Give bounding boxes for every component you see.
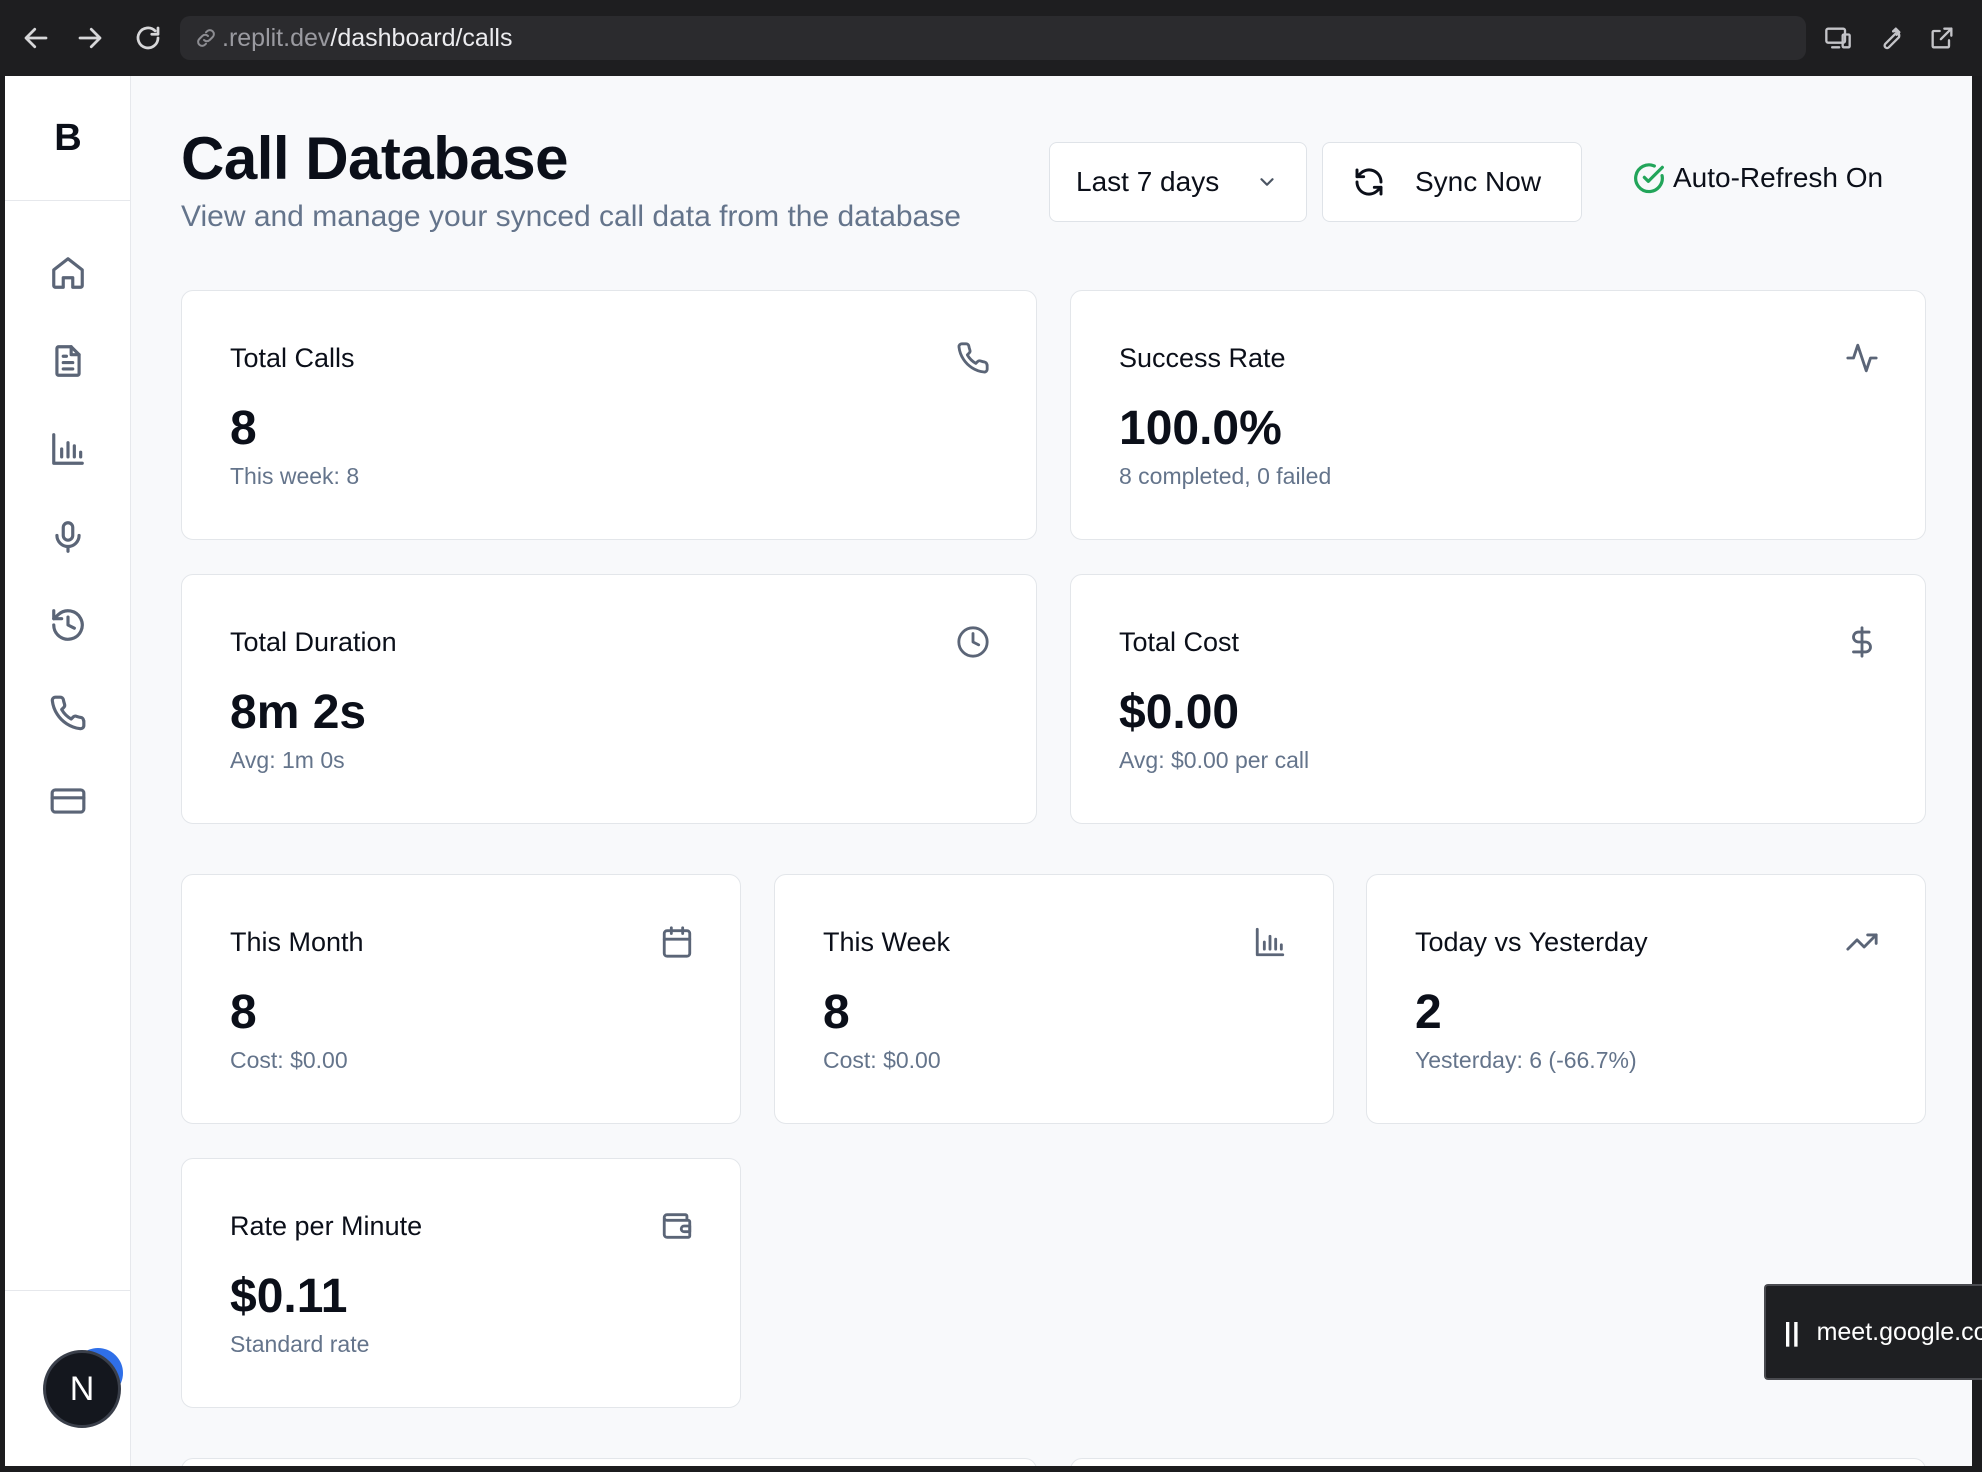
sidebar: B N: [5, 76, 131, 1466]
stat-card-success-rate: Success Rate 100.0% 8 completed, 0 faile…: [1070, 290, 1926, 540]
sync-now-label: Sync Now: [1415, 166, 1542, 197]
back-icon[interactable]: [16, 18, 56, 58]
forward-icon[interactable]: [70, 18, 110, 58]
stat-subtext: Cost: $0.00: [230, 1047, 348, 1073]
url-host: .replit.dev: [222, 23, 331, 52]
stat-card-total-calls: Total Calls 8 This week: 8: [181, 290, 1037, 540]
stat-title: Success Rate: [1119, 343, 1286, 373]
page-subtitle: View and manage your synced call data fr…: [181, 200, 961, 233]
address-bar[interactable]: .replit.dev/dashboard/calls: [180, 16, 1806, 60]
stat-card-rate-per-minute: Rate per Minute $0.11 Standard rate: [181, 1158, 741, 1408]
stat-value: 2: [1415, 986, 1442, 1039]
stat-title: Total Calls: [230, 343, 355, 373]
document-icon[interactable]: [43, 336, 93, 386]
stat-subtext: 8 completed, 0 failed: [1119, 463, 1332, 489]
url-path: /dashboard/calls: [330, 23, 513, 52]
sidebar-divider: [5, 1290, 131, 1291]
wrench-icon[interactable]: [1870, 18, 1910, 58]
stat-title: Today vs Yesterday: [1415, 927, 1648, 957]
stat-card-today-vs-yesterday: Today vs Yesterday 2 Yesterday: 6 (-66.7…: [1366, 874, 1926, 1124]
screen-share-label: meet.google.com: [1816, 1317, 1982, 1346]
stat-value: 100.0%: [1119, 402, 1282, 455]
stat-value: $0.00: [1119, 686, 1240, 739]
check-circle-icon: [1634, 163, 1664, 194]
auto-refresh-toggle[interactable]: Auto-Refresh On: [1633, 162, 1883, 194]
bar-chart-icon[interactable]: [43, 424, 93, 474]
stat-title: Rate per Minute: [230, 1211, 423, 1241]
logo[interactable]: B: [5, 76, 131, 201]
link-icon: [197, 29, 215, 47]
activity-icon: [1845, 341, 1879, 375]
stat-card-total-duration: Total Duration 8m 2s Avg: 1m 0s: [181, 574, 1037, 824]
reload-icon[interactable]: [128, 18, 168, 58]
browser-toolbar: .replit.dev/dashboard/calls: [0, 0, 1982, 76]
stat-card-total-cost: Total Cost $0.00 Avg: $0.00 per call: [1070, 574, 1926, 824]
stat-value: 8: [230, 402, 257, 455]
stat-card-this-week: This Week 8 Cost: $0.00: [774, 874, 1334, 1124]
chevron-down-icon: [1260, 178, 1274, 186]
auto-refresh-label: Auto-Refresh On: [1673, 162, 1884, 193]
date-range-select[interactable]: Last 7 days: [1049, 142, 1307, 222]
stat-title: This Week: [823, 927, 951, 957]
stat-value: $0.11: [230, 1270, 348, 1323]
stat-subtext: This week: 8: [230, 463, 360, 489]
devices-icon[interactable]: [1818, 18, 1858, 58]
stat-card-partial: [181, 1458, 1037, 1466]
stat-subtext: Yesterday: 6 (-66.7%): [1415, 1047, 1637, 1073]
stat-value: 8m 2s: [230, 686, 367, 739]
stat-title: Total Cost: [1119, 627, 1240, 657]
screen-share-toast[interactable]: || meet.google.com: [1764, 1284, 1982, 1380]
stat-value: 8: [230, 986, 257, 1039]
clock-icon: [956, 625, 990, 659]
stat-subtext: Cost: $0.00: [823, 1047, 941, 1073]
stat-subtext: Avg: 1m 0s: [230, 747, 345, 773]
stat-subtext: Avg: $0.00 per call: [1119, 747, 1310, 773]
stat-title: Total Duration: [230, 627, 397, 657]
sync-now-button[interactable]: Sync Now: [1322, 142, 1582, 222]
stat-value: 8: [823, 986, 850, 1039]
stat-title: This Month: [230, 927, 364, 957]
history-icon[interactable]: [43, 600, 93, 650]
stat-subtext: Standard rate: [230, 1331, 370, 1357]
wallet-icon: [660, 1209, 694, 1243]
credit-card-icon[interactable]: [43, 776, 93, 826]
home-icon[interactable]: [43, 248, 93, 298]
pause-icon[interactable]: ||: [1784, 1317, 1801, 1348]
calendar-icon: [660, 925, 694, 959]
app-window: B N Call Database View and manage your s…: [5, 76, 1972, 1466]
dollar-icon: [1845, 625, 1879, 659]
stat-card-partial: [1070, 1458, 1926, 1466]
phone-icon: [956, 341, 990, 375]
avatar[interactable]: N: [43, 1350, 121, 1428]
phone-icon[interactable]: [43, 688, 93, 738]
bar-chart-icon: [1253, 925, 1287, 959]
refresh-icon: [1355, 168, 1383, 196]
trending-up-icon: [1845, 925, 1879, 959]
stat-card-this-month: This Month 8 Cost: $0.00: [181, 874, 741, 1124]
date-range-value: Last 7 days: [1076, 166, 1220, 197]
open-external-icon[interactable]: [1922, 18, 1962, 58]
page-title: Call Database: [181, 125, 569, 192]
microphone-icon[interactable]: [43, 512, 93, 562]
